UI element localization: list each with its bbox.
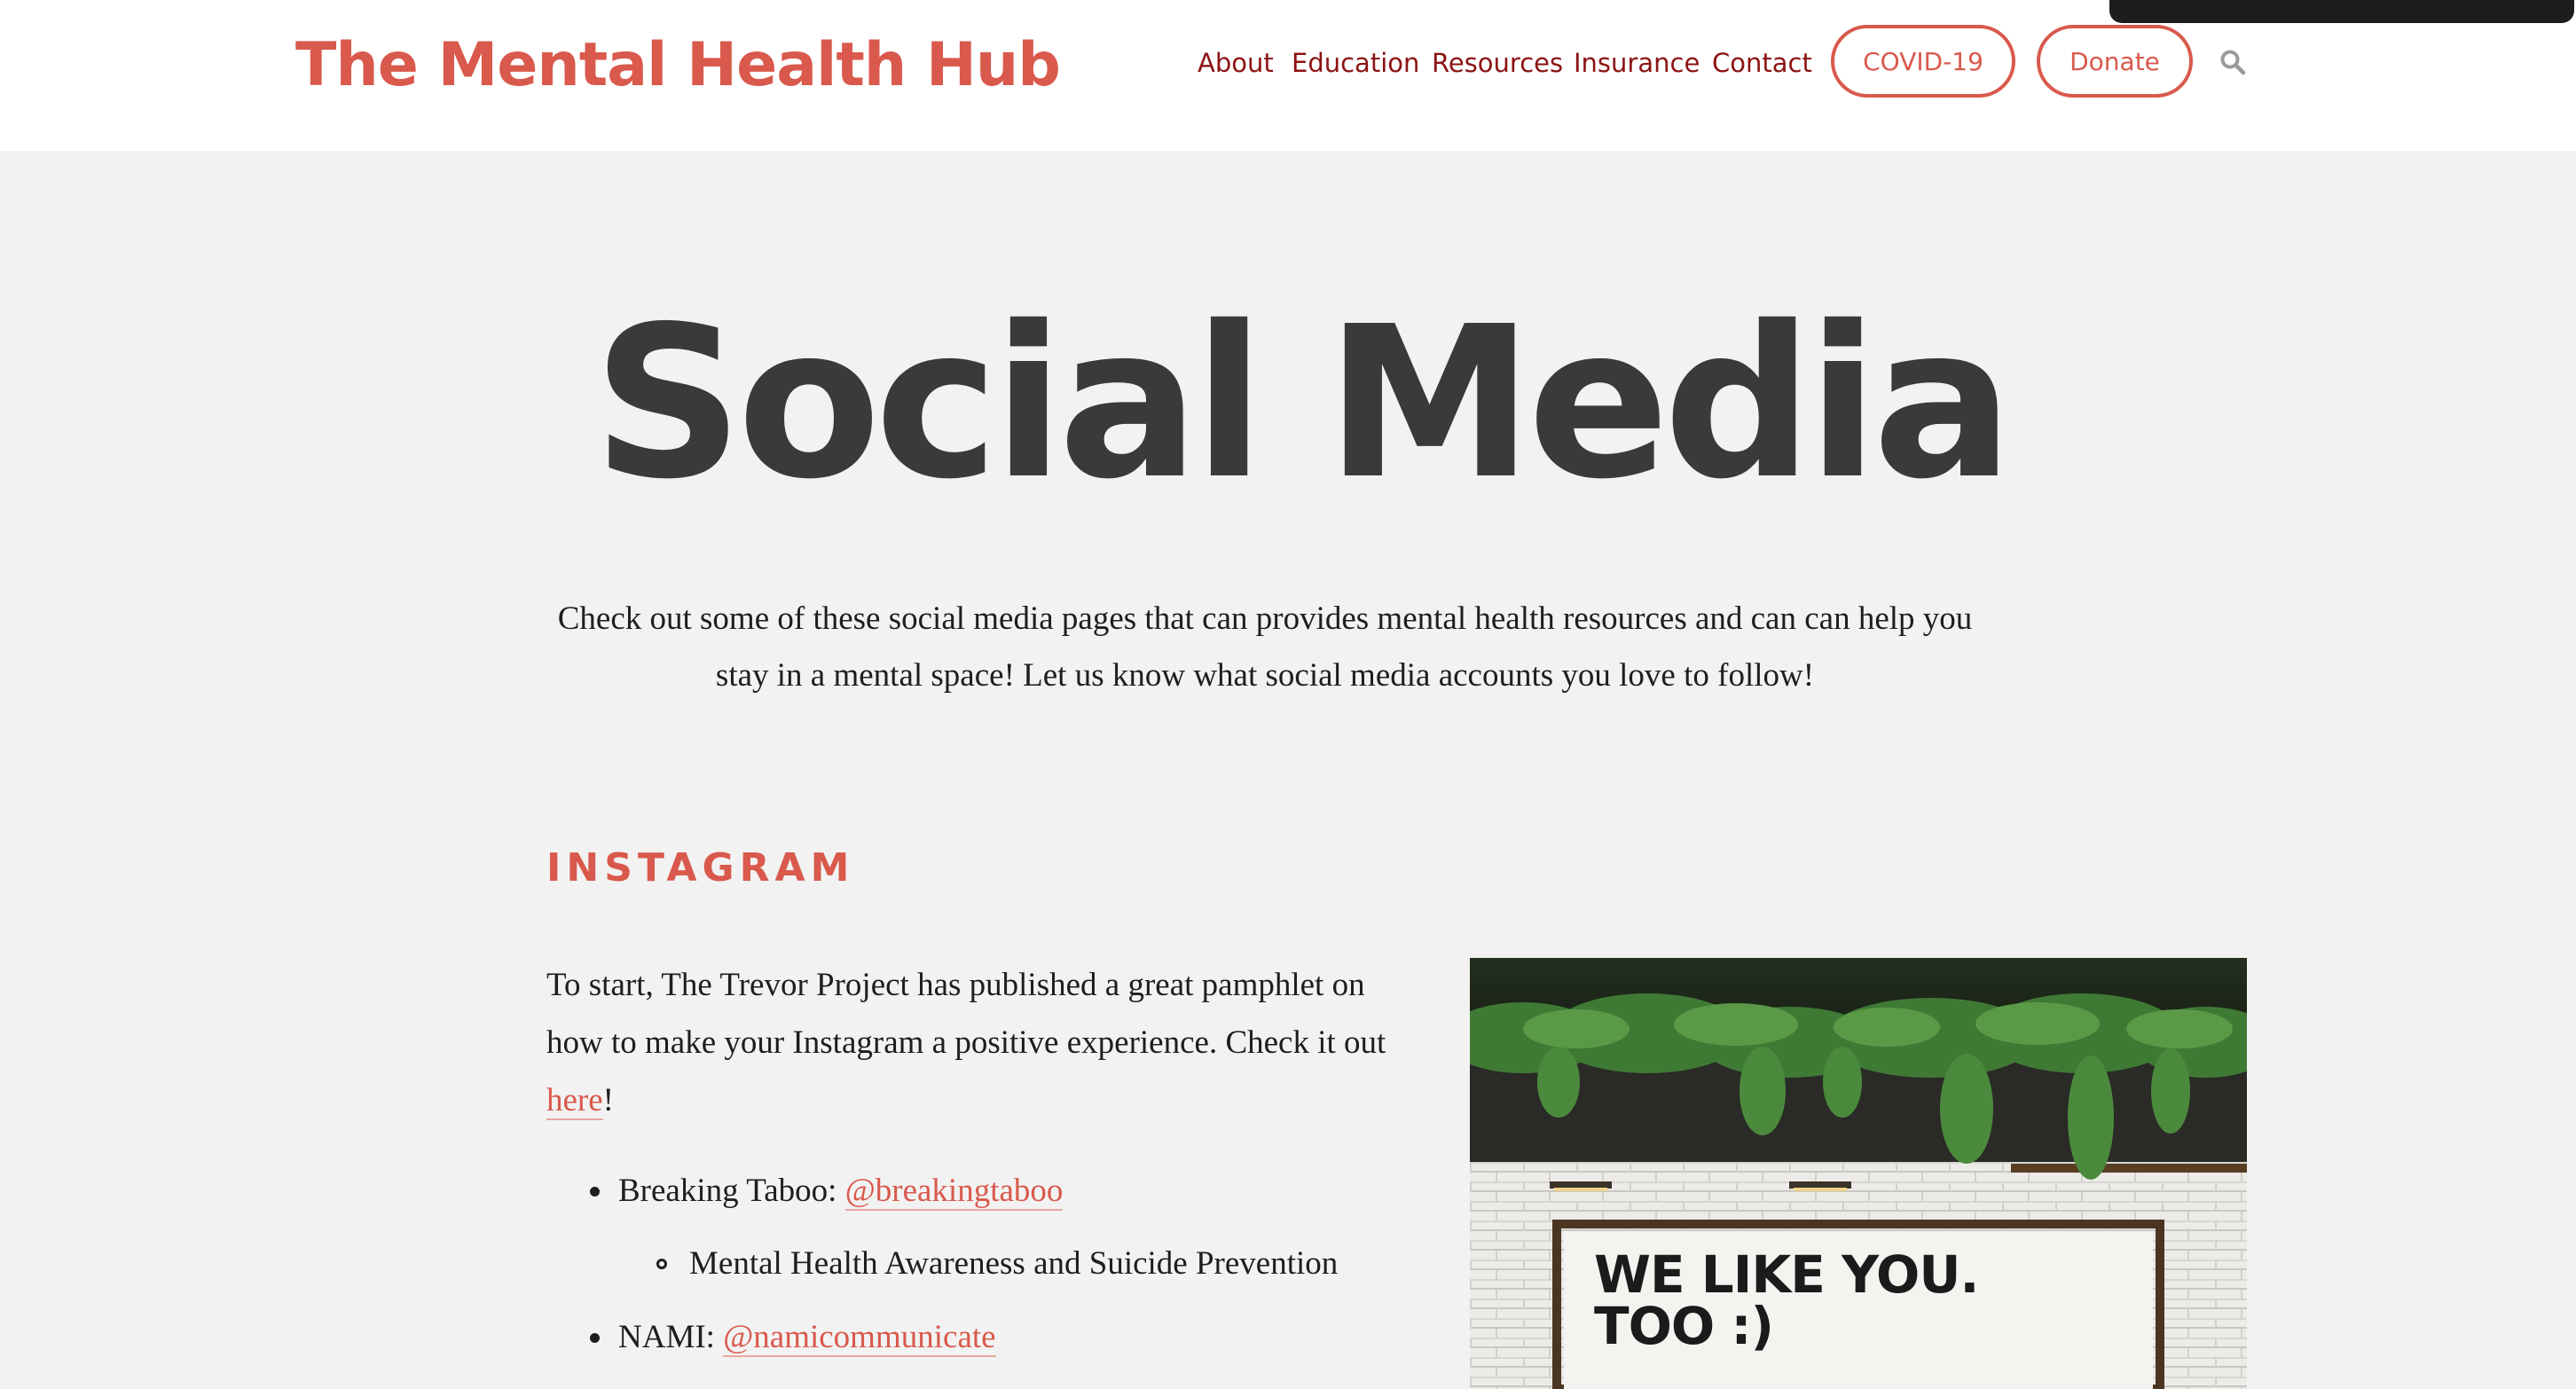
intro-paragraph: Check out some of these social media pag… <box>557 600 1973 694</box>
site-title-link[interactable]: The Mental Health Hub <box>295 25 1061 106</box>
list-item-label: NAMI: <box>618 1319 724 1355</box>
here-link[interactable]: here <box>546 1082 603 1120</box>
instagram-intro-end: ! <box>602 1082 614 1118</box>
covid-19-button[interactable]: COVID-19 <box>1831 25 2015 98</box>
donate-button[interactable]: Donate <box>2037 25 2193 98</box>
nav-contact[interactable]: Contact <box>1712 41 1812 85</box>
sub-bullet-icon <box>656 1259 667 1269</box>
nav-about[interactable]: About <box>1198 41 1274 85</box>
instagram-intro-text: To start, The Trevor Project has publish… <box>546 967 1386 1061</box>
namicommunicate-link[interactable]: @namicommunicate <box>723 1319 996 1357</box>
list-sub-item: Mental Health Awareness and Suicide Prev… <box>689 1245 1339 1282</box>
instagram-intro: To start, The Trevor Project has publish… <box>546 956 1416 1129</box>
nav-resources[interactable]: Resources <box>1432 41 1563 85</box>
instagram-photo: WE LIKE YOU. TOO :) <box>1470 958 2247 1389</box>
breakingtaboo-link[interactable]: @breakingtaboo <box>844 1173 1064 1211</box>
nav-insurance[interactable]: Insurance <box>1574 41 1700 85</box>
search-icon[interactable] <box>2219 49 2246 75</box>
nav-education[interactable]: Education <box>1292 41 1419 85</box>
overlay-bar <box>2109 0 2574 23</box>
bullet-icon <box>590 1187 600 1197</box>
list-item: NAMI: @namicommunicate <box>618 1311 996 1364</box>
list-item: Breaking Taboo: @breakingtaboo <box>618 1165 1064 1218</box>
list-item-label: Breaking Taboo: <box>618 1173 845 1209</box>
page-title: Social Media <box>593 281 2014 525</box>
bullet-icon <box>590 1333 600 1343</box>
instagram-heading: INSTAGRAM <box>546 845 855 891</box>
photo-sign-text: WE LIKE YOU. TOO :) <box>1594 1244 1979 1356</box>
